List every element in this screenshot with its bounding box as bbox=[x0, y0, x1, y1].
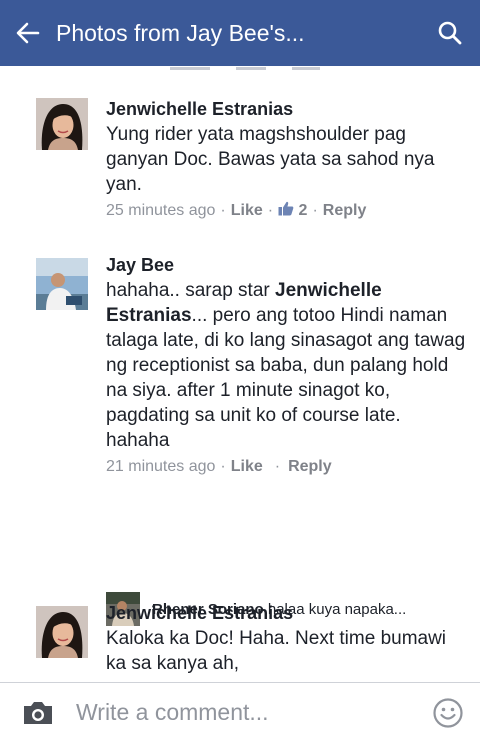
comment-author[interactable]: Jay Bee bbox=[106, 254, 466, 276]
comment-meta: 21 minutes ago · Like · Reply bbox=[106, 458, 332, 475]
search-button[interactable] bbox=[420, 0, 480, 66]
comment-input[interactable]: Write a comment... bbox=[76, 699, 416, 726]
like-link[interactable]: Like bbox=[231, 202, 263, 219]
camera-icon bbox=[24, 701, 52, 724]
comment-time: 25 minutes ago bbox=[106, 202, 216, 219]
arrow-left-icon bbox=[16, 22, 40, 44]
comment-text: Kaloka ka Doc! Haha. Next time bumawi ka… bbox=[106, 628, 447, 674]
comment-composer: Write a comment... bbox=[0, 682, 480, 742]
emoji-icon bbox=[433, 697, 463, 728]
camera-button[interactable] bbox=[0, 699, 76, 727]
like-count[interactable]: 2 bbox=[278, 201, 307, 219]
comment-time: 21 minutes ago bbox=[106, 458, 216, 475]
comment-meta: 25 minutes ago · Like · 2 · Reply bbox=[106, 201, 367, 219]
reply-link[interactable]: Reply bbox=[288, 458, 332, 475]
back-button[interactable] bbox=[0, 0, 56, 66]
reply-link[interactable]: Reply bbox=[323, 202, 367, 219]
page-title: Photos from Jay Bee's... bbox=[56, 19, 305, 46]
thumbs-up-icon bbox=[278, 201, 294, 216]
avatar[interactable] bbox=[36, 258, 88, 310]
comment-author[interactable]: Jenwichelle Estranias bbox=[106, 98, 466, 120]
emoji-button[interactable] bbox=[416, 697, 480, 729]
comment-author[interactable]: Jenwichelle Estranias bbox=[106, 602, 466, 624]
avatar-image bbox=[36, 98, 88, 150]
comments-list: Jenwichelle Estranias Yung rider yata ma… bbox=[0, 66, 480, 682]
avatar-image bbox=[36, 606, 88, 658]
avatar-image bbox=[36, 258, 88, 310]
previous-comment-actions bbox=[170, 66, 370, 72]
comment-text: hahaha.. sarap star Jenwichelle Estrania… bbox=[106, 280, 466, 451]
top-app-bar: Photos from Jay Bee's... bbox=[0, 0, 480, 66]
like-link[interactable]: Like bbox=[231, 458, 263, 475]
comment-text: Yung rider yata magshshoulder pag ganyan… bbox=[106, 124, 435, 195]
avatar[interactable] bbox=[36, 98, 88, 150]
search-icon bbox=[438, 21, 462, 45]
avatar[interactable] bbox=[36, 606, 88, 658]
